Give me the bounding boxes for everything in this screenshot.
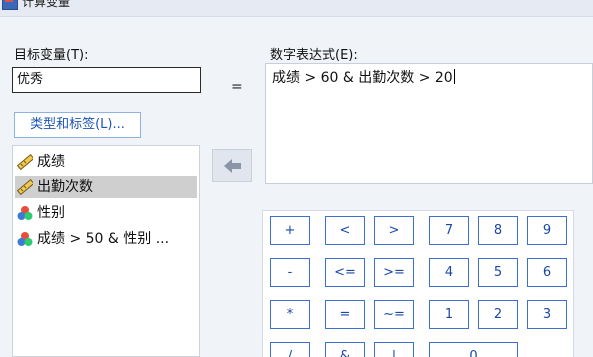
key-less-than[interactable]: < [325, 216, 365, 245]
key-greater-than[interactable]: > [374, 216, 414, 245]
key-multiply[interactable]: * [270, 300, 310, 329]
key-1[interactable]: 1 [429, 300, 469, 329]
title-bar: 计算变量 [0, 0, 593, 17]
nominal-icon [17, 232, 33, 246]
key-3[interactable]: 3 [527, 300, 567, 329]
key-less-equal[interactable]: <= [325, 258, 365, 287]
expression-text: 成绩 > 60 & 出勤次数 > 20 [272, 70, 453, 86]
key-not-equal[interactable]: ~= [374, 300, 414, 329]
key-9[interactable]: 9 [527, 216, 567, 245]
text-cursor [453, 69, 455, 84]
variable-item[interactable]: 成绩 [15, 151, 197, 173]
key-divide[interactable]: / [270, 342, 310, 357]
variable-name: 出勤次数 [37, 179, 93, 195]
key-5[interactable]: 5 [478, 258, 518, 287]
variable-item[interactable]: 成绩 > 50 & 性别 ... [15, 228, 197, 250]
target-variable-label: 目标变量(T): [14, 48, 89, 63]
arrow-left-icon [224, 159, 241, 173]
variable-name: 性别 [37, 205, 65, 221]
type-and-label-button[interactable]: 类型和标签(L)... [14, 112, 141, 138]
key-greater-equal[interactable]: >= [374, 258, 414, 287]
nominal-icon [17, 206, 33, 220]
key-minus[interactable]: - [270, 258, 310, 287]
numeric-expression-input[interactable]: 成绩 > 60 & 出勤次数 > 20 [265, 63, 593, 184]
key-2[interactable]: 2 [478, 300, 518, 329]
variable-name: 成绩 [37, 154, 65, 170]
variable-item[interactable]: 性别 [15, 202, 197, 224]
key-7[interactable]: 7 [429, 216, 469, 245]
variable-name: 成绩 > 50 & 性别 ... [37, 231, 170, 247]
window-title: 计算变量 [22, 0, 71, 9]
variable-list[interactable]: 成绩 出勤次数 性别 成绩 > 50 & 性别 ... [12, 145, 200, 357]
key-0[interactable]: 0 [429, 342, 518, 357]
variable-item-selected[interactable]: 出勤次数 [15, 176, 197, 198]
numeric-expression-label: 数字表达式(E): [270, 48, 358, 63]
key-6[interactable]: 6 [527, 258, 567, 287]
key-4[interactable]: 4 [429, 258, 469, 287]
key-or[interactable]: | [374, 342, 414, 357]
equals-sign: = [231, 79, 243, 95]
target-variable-input[interactable]: 优秀 [12, 67, 201, 93]
key-and[interactable]: & [325, 342, 365, 357]
key-equal[interactable]: = [325, 300, 365, 329]
key-8[interactable]: 8 [478, 216, 518, 245]
move-variable-button[interactable] [212, 149, 252, 182]
ruler-icon [17, 179, 33, 195]
ruler-icon [17, 154, 33, 170]
app-icon [2, 0, 18, 10]
key-plus[interactable]: + [270, 216, 310, 245]
calculator-keypad: + < > 7 8 9 - <= >= 4 5 6 * = ~= 1 2 3 /… [262, 210, 574, 357]
